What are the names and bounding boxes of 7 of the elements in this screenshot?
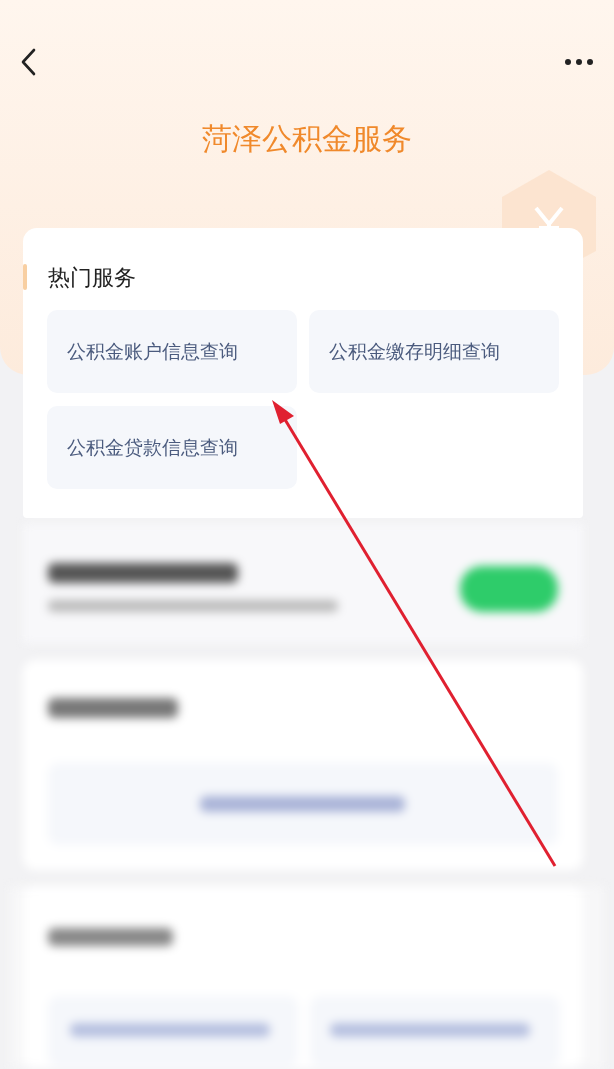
service-button[interactable]: 公积金缴存明细查询	[309, 310, 559, 393]
page-title: 菏泽公积金服务	[201, 120, 413, 158]
service-button[interactable]: 公积金账户信息查询	[47, 310, 297, 393]
back-icon[interactable]	[20, 48, 36, 76]
section-title: 热门服务	[48, 263, 136, 292]
more-icon[interactable]	[564, 58, 594, 66]
service-button[interactable]: 公积金贷款信息查询	[47, 406, 297, 489]
